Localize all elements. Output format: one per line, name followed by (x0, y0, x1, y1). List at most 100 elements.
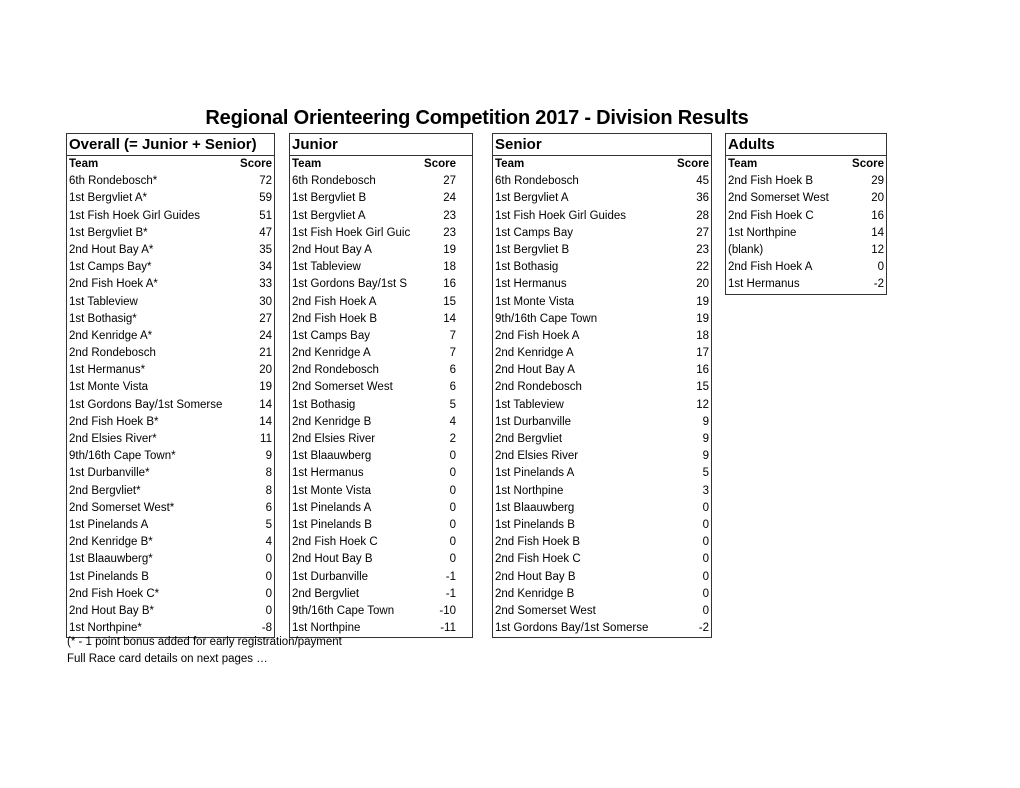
team-name-cell: 2nd Fish Hoek A (728, 261, 813, 274)
team-name-cell: 2nd Fish Hoek B (728, 175, 814, 188)
score-cell: 14 (443, 312, 456, 325)
table-row: 9th/16th Cape Town -10 (290, 603, 472, 620)
score-cell: 12 (696, 398, 709, 411)
table-row: 1st Monte Vista 19 (67, 379, 274, 396)
score-cell: 0 (449, 450, 456, 463)
score-cell: 14 (871, 226, 884, 239)
adults-results-table: Adults Team Score 2nd Fish Hoek B 29 2nd Some… (725, 133, 887, 295)
score-column-header: Score (852, 158, 884, 170)
score-cell: -11 (440, 622, 456, 635)
score-cell: 9 (265, 450, 272, 463)
team-name-cell: 2nd Fish Hoek A (292, 295, 377, 308)
team-name-cell: 2nd Hout Bay A (495, 364, 575, 377)
score-cell: 35 (259, 243, 272, 256)
team-name-cell: 1st Bothasig* (69, 312, 137, 325)
team-name-cell: 2nd Bergvliet (495, 433, 563, 445)
table-row: 1st Tableview 30 (67, 294, 274, 311)
score-cell: 24 (259, 329, 272, 342)
team-name-cell: 2nd Hout Bay B (292, 553, 373, 566)
score-cell: 0 (265, 604, 272, 617)
team-name-cell: (blank) (728, 243, 764, 256)
score-cell: 33 (259, 278, 272, 291)
table-row: 2nd Bergvliet* 8 (67, 483, 274, 500)
score-cell: 20 (696, 278, 709, 291)
score-cell: 29 (871, 175, 884, 188)
score-cell: 16 (696, 364, 709, 377)
team-name-cell: 1st Bergvliet B* (69, 226, 148, 239)
score-cell: 11 (260, 433, 272, 445)
table-row: 1st Pinelands A 0 (290, 500, 472, 517)
team-name-cell: 1st Tableview (292, 261, 361, 274)
team-name-cell: 2nd Hout Bay B* (69, 604, 155, 617)
team-name-cell: 1st Bothasig (495, 261, 559, 274)
score-cell: 0 (449, 501, 456, 514)
score-cell: 4 (265, 536, 272, 549)
score-cell: 6 (265, 501, 272, 514)
table-row: 1st Northpine 14 (726, 225, 886, 242)
table-row: 1st Durbanville* 8 (67, 465, 274, 482)
table-row: 1st Gordons Bay/1st Somerse -2 (493, 620, 711, 637)
score-cell: 17 (696, 347, 709, 360)
table-row: 1st Hermanus 20 (493, 276, 711, 293)
team-name-cell: 2nd Fish Hoek B (292, 312, 378, 325)
score-cell: 0 (265, 570, 272, 583)
team-column-header: Team (728, 158, 758, 170)
score-cell: 30 (259, 295, 272, 308)
score-cell: 8 (265, 467, 272, 480)
score-cell: 0 (449, 484, 456, 497)
table-row: 2nd Hout Bay B* 0 (67, 603, 274, 620)
score-cell: 45 (696, 175, 709, 188)
team-name-cell: 1st Durbanville* (69, 467, 150, 480)
score-cell: 15 (696, 381, 709, 394)
table-row: 2nd Somerset West* 6 (67, 500, 274, 517)
team-name-cell: 1st Tableview (69, 295, 138, 308)
table-row: 1st Bergvliet B 24 (290, 190, 472, 207)
table-row: 1st Bergvliet B 23 (493, 242, 711, 259)
score-cell: 27 (259, 312, 272, 325)
table-row: 1st Blaauwberg 0 (290, 448, 472, 465)
score-cell: 0 (449, 467, 456, 480)
team-name-cell: 1st Hermanus (495, 278, 567, 291)
score-cell: 9 (702, 415, 709, 428)
table-row: 2nd Hout Bay A 19 (290, 242, 472, 259)
score-cell: 19 (696, 312, 709, 325)
team-name-cell: 2nd Rondebosch (292, 364, 379, 377)
team-name-cell: 1st Northpine* (69, 622, 142, 635)
table-row: 1st Pinelands B 0 (493, 517, 711, 534)
score-cell: 47 (259, 226, 272, 239)
table-row: 2nd Kenridge B 0 (493, 586, 711, 603)
table-row: 1st Bergvliet A* 59 (67, 190, 274, 207)
table-row: 1st Bergvliet A 36 (493, 190, 711, 207)
table-row: 2nd Fish Hoek A* 33 (67, 276, 274, 293)
team-name-cell: 2nd Elsies River* (69, 433, 157, 445)
score-cell: 0 (702, 553, 709, 566)
table-row: 2nd Fish Hoek C 16 (726, 208, 886, 225)
table-row: 2nd Bergvliet -1 (290, 586, 472, 603)
senior-results-table: Senior Team Score 6th Rondebosch 45 1st Bergv… (492, 133, 712, 639)
score-cell: 36 (696, 192, 709, 205)
table-row: 1st Camps Bay* 34 (67, 259, 274, 276)
team-name-cell: 2nd Kenridge A (292, 347, 371, 360)
score-cell: 0 (702, 604, 709, 617)
table-row: 6th Rondebosch* 72 (67, 173, 274, 190)
score-cell: 7 (449, 329, 456, 342)
column-header-row: Team Score (67, 156, 274, 173)
score-cell: -2 (873, 278, 884, 291)
table-row: 2nd Kenridge B 4 (290, 414, 472, 431)
score-cell: 23 (443, 226, 456, 239)
score-cell: 2 (449, 433, 456, 445)
table-row: 2nd Fish Hoek B 0 (493, 534, 711, 551)
team-name-cell: 2nd Fish Hoek C (728, 209, 814, 222)
table-row: 2nd Hout Bay A* 35 (67, 242, 274, 259)
table-row: 2nd Bergvliet 9 (493, 431, 711, 448)
table-row: 2nd Somerset West 0 (493, 603, 711, 620)
team-name-cell: 9th/16th Cape Town (495, 312, 598, 325)
team-name-cell: 2nd Fish Hoek C* (69, 587, 160, 600)
table-row: 2nd Fish Hoek A 0 (726, 259, 886, 276)
table-row: 1st Monte Vista 19 (493, 294, 711, 311)
team-name-cell: 1st Pinelands B (69, 570, 149, 583)
team-column-header: Team (495, 158, 525, 170)
score-column-header: Score (424, 158, 456, 170)
team-name-cell: 2nd Elsies River (495, 450, 579, 463)
team-name-cell: 1st Durbanville (292, 570, 369, 583)
